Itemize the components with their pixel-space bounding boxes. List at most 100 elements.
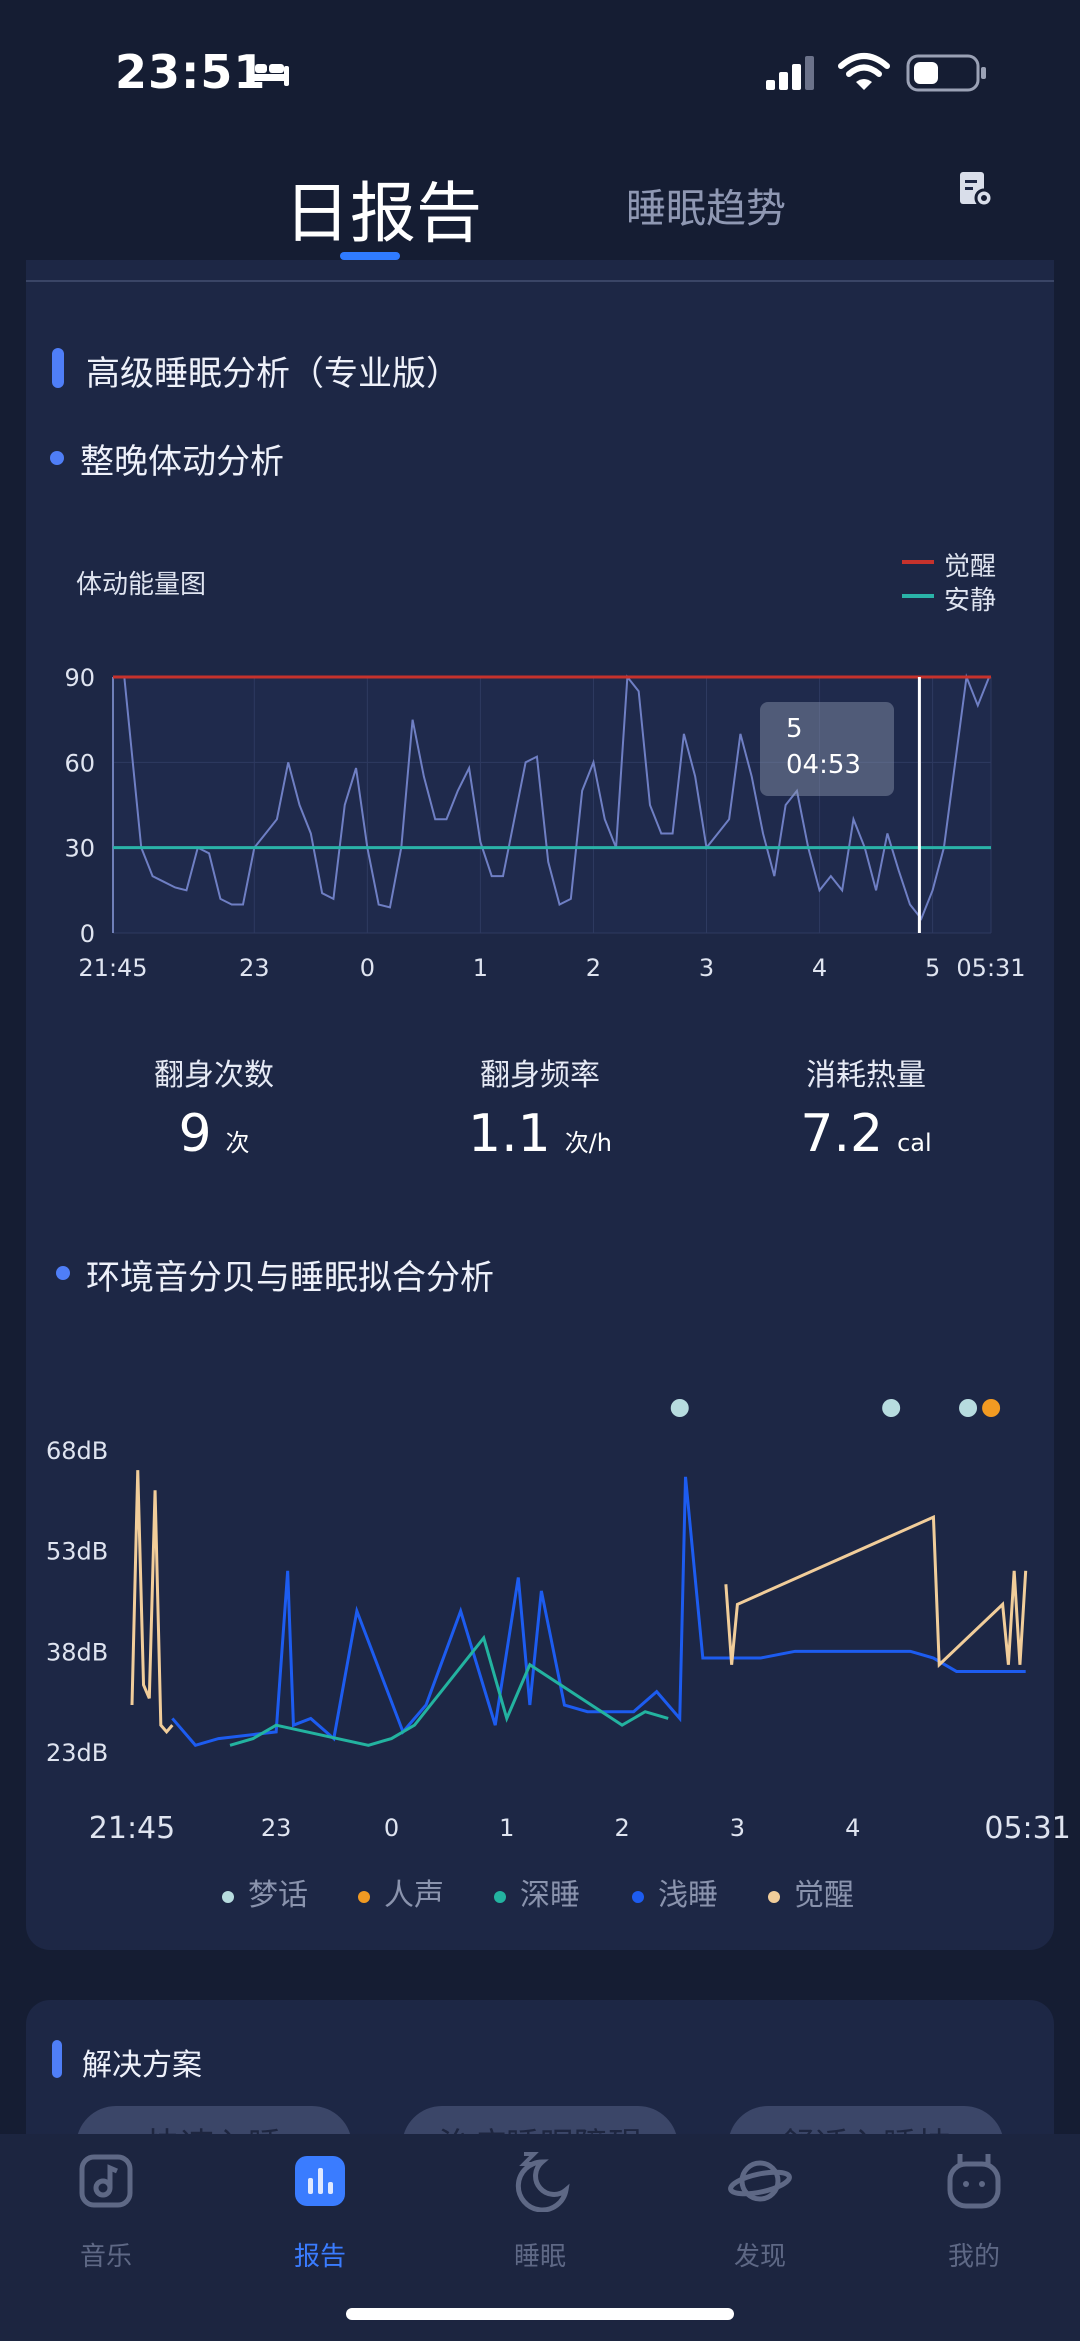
x-tick-label: 0 [360, 954, 375, 982]
legend-deep-sleep: 深睡 [494, 1870, 580, 1914]
x-tick-label: 4 [812, 954, 827, 982]
x-tick-label: 2 [614, 1814, 629, 1840]
sleep-moon-icon [515, 2152, 570, 2212]
legend-dot-deep-sleep [494, 1890, 506, 1903]
y-tick-label: 0 [80, 920, 95, 948]
stat-number-frequency: 1.1 [468, 1104, 551, 1164]
sleep-talk-event-marker [959, 1399, 978, 1417]
x-tick-label: 2 [586, 954, 601, 982]
sleep-talk-event-marker [670, 1399, 689, 1417]
x-tick-label: 05:31 [956, 954, 1025, 982]
y-tick-label: 60 [64, 749, 95, 777]
y-tick-label: 68dB [46, 1437, 108, 1465]
legend-sleep-talk: 梦话 [222, 1870, 308, 1914]
stat-unit-turns: 次 [225, 1129, 250, 1157]
legend-awake: 觉醒 [768, 1870, 854, 1914]
nav-profile[interactable]: 我的 [894, 2134, 1054, 2294]
x-tick-label: 21:45 [78, 954, 147, 982]
legend-dot-awake [768, 1890, 780, 1903]
nav-label-sleep: 睡眠 [513, 2242, 566, 2272]
nav-music[interactable]: 音乐 [26, 2134, 186, 2294]
y-tick-label: 38dB [46, 1638, 108, 1666]
stat-unit-frequency: 次/h [564, 1129, 612, 1157]
movement-chart-label: 体动能量图 [76, 570, 207, 600]
y-tick-label: 53dB [46, 1538, 108, 1566]
bed-icon [247, 58, 289, 86]
sound-series-light-sleep [171, 1476, 1026, 1747]
legend-label-quiet: 安静 [944, 586, 997, 616]
tab-sleep-trend[interactable]: 睡眠趋势 [626, 176, 786, 234]
stat-value-turns: 9次 [64, 1104, 364, 1164]
x-tick-label: 1 [499, 1814, 514, 1840]
status-time: 23:51 [115, 45, 267, 99]
voice-event-marker [982, 1399, 1001, 1417]
report-settings-icon[interactable] [958, 170, 994, 210]
legend-voice: 人声 [358, 1870, 444, 1914]
stat-value-calories: 7.2 cal [716, 1104, 1016, 1164]
y-tick-label: 23dB [46, 1739, 108, 1767]
legend-light-sleep: 浅睡 [632, 1870, 718, 1914]
battery-icon [906, 54, 986, 92]
x-tick-label: 0 [384, 1814, 399, 1840]
stat-label-calories: 消耗热量 [806, 1058, 926, 1093]
x-tick-label: 5 [925, 954, 940, 982]
section-marker [52, 348, 64, 388]
stat-unit-calories: cal [897, 1129, 932, 1157]
nav-sleep[interactable]: 睡眠 [460, 2134, 620, 2294]
report-header: 日报告 睡眠趋势 [0, 130, 1080, 270]
stat-label-frequency: 翻身频率 [480, 1058, 600, 1093]
wifi-icon [838, 53, 890, 90]
legend-dot-voice [358, 1890, 370, 1903]
legend-line-quiet [902, 594, 934, 598]
y-tick-label: 90 [64, 664, 95, 692]
sound-series-awake [724, 1514, 1028, 1669]
active-tab-indicator [340, 252, 400, 260]
tooltip-time: 04:53 [786, 750, 861, 780]
x-tick-label: 23 [239, 954, 270, 982]
header-divider [26, 280, 1054, 282]
stat-number-turns: 9 [178, 1104, 212, 1164]
tab-daily-report[interactable]: 日报告 [284, 160, 482, 256]
section-marker [52, 2040, 62, 2078]
legend-dot-sleep-talk [222, 1890, 234, 1903]
music-icon [79, 2154, 133, 2208]
stat-label-turns: 翻身次数 [154, 1058, 274, 1093]
advanced-analysis-title: 高级睡眠分析（专业版） [86, 354, 460, 394]
x-tick-label: 3 [730, 1814, 745, 1840]
nav-label-music: 音乐 [79, 2242, 132, 2272]
report-icon [295, 2156, 345, 2206]
stat-number-calories: 7.2 [800, 1104, 884, 1164]
nav-discover[interactable]: 发现 [680, 2134, 840, 2294]
x-tick-label: 05:31 [984, 1811, 1070, 1840]
movement-analysis-title: 整晚体动分析 [80, 442, 284, 482]
tooltip-value: 5 [786, 714, 803, 744]
legend-line-awake [902, 560, 934, 564]
bullet-dot [50, 451, 64, 465]
y-tick-label: 30 [64, 835, 95, 863]
nav-label-profile: 我的 [947, 2242, 1000, 2272]
nav-report[interactable]: 报告 [240, 2134, 400, 2294]
legend-dot-light-sleep [632, 1890, 644, 1903]
movement-energy-chart[interactable]: 030609021:45 23 0 1 2 3 4 5 05:31 [0, 640, 1080, 1000]
bullet-dot [56, 1266, 70, 1280]
x-tick-label: 21:45 [89, 1811, 175, 1840]
sound-series-awake [130, 1470, 174, 1735]
status-bar: 23:51 [0, 0, 1080, 130]
sound-analysis-title: 环境音分贝与睡眠拟合分析 [86, 1258, 494, 1298]
nav-label-discover: 发现 [733, 2242, 786, 2272]
home-indicator [346, 2308, 734, 2320]
x-tick-label: 1 [473, 954, 488, 982]
nav-label-report: 报告 [293, 2242, 346, 2272]
signal-icon [766, 56, 814, 90]
sound-series-deep-sleep [229, 1634, 669, 1747]
planet-icon [728, 2160, 792, 2202]
x-tick-label: 4 [845, 1814, 860, 1840]
solutions-title: 解决方案 [82, 2048, 202, 2083]
stat-value-frequency: 1.1 次/h [390, 1104, 690, 1164]
profile-icon [947, 2154, 1001, 2209]
sound-decibel-chart[interactable]: 23dB38dB53dB68dB21:45 23 0 1 2 3 4 05:31 [0, 1380, 1080, 1840]
legend-label-awake: 觉醒 [944, 552, 997, 582]
chart-tooltip: 5 04:53 [760, 702, 894, 796]
sleep-talk-event-marker [882, 1399, 901, 1417]
x-tick-label: 23 [261, 1814, 292, 1840]
